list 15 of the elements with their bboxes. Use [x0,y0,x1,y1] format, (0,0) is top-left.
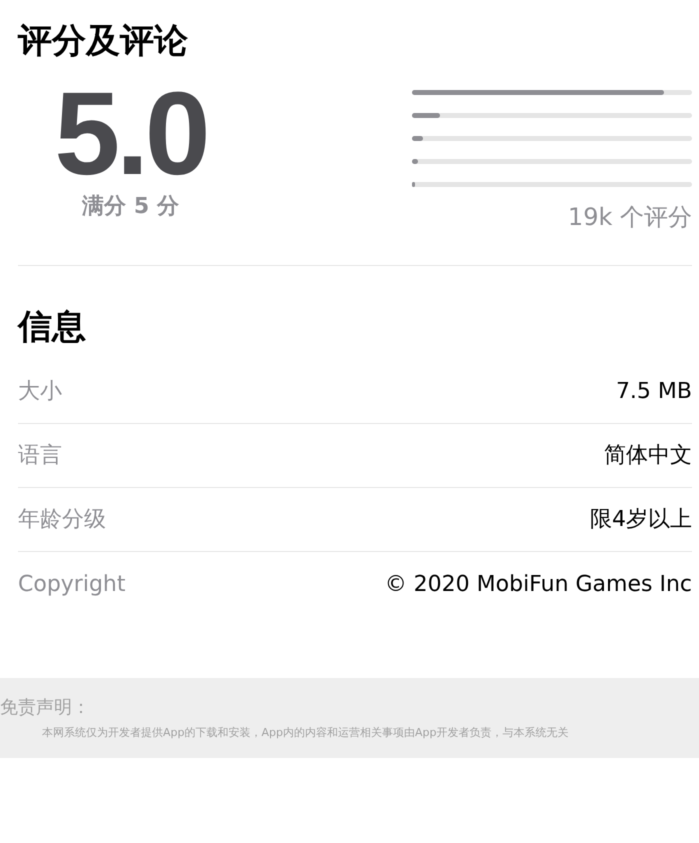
info-value: 7.5 MB [616,378,692,406]
info-value: 简体中文 [604,442,692,470]
info-label: 语言 [18,442,62,470]
section-title: 信息 [18,310,87,344]
info-value: © 2020 MobiFun Games Inc [384,570,692,598]
rating-out-of: 满分 5 分 [82,193,179,222]
info-label: Copyright [18,570,126,598]
section-title: 评分及评论 [18,20,189,58]
rating-count: 19k 个评分 [568,202,692,233]
info-value: 限4岁以上 [590,506,692,534]
info-label: 年龄分级 [18,506,106,534]
info-label: 大小 [18,378,62,406]
rating-score: 5.0 [54,84,207,184]
disclaimer-title: 免责声明： [0,696,91,720]
disclaimer-text: 本网系统仅为开发者提供App的下载和安装，App内的内容和运营相关事项由App开发者负责，与本系统无关 [41,725,570,741]
